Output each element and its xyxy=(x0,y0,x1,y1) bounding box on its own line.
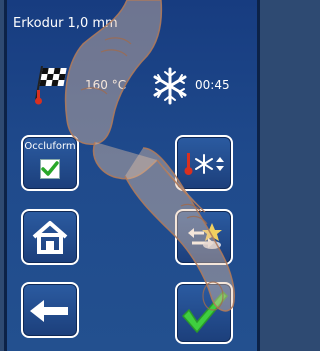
checkmark-icon xyxy=(181,290,229,334)
confirm-button[interactable] xyxy=(175,282,233,344)
occluform-label: Occluform xyxy=(24,141,76,152)
status-row: 160 °C 00:45 xyxy=(7,66,257,106)
swap-material-icon xyxy=(188,223,222,249)
temperature-value: 160 °C xyxy=(85,78,127,92)
cooling-time-value: 00:45 xyxy=(195,78,230,92)
material-title: Erkodur 1,0 mm xyxy=(13,16,118,31)
back-button[interactable] xyxy=(21,282,79,338)
temperature-cooling-adjust-icon xyxy=(184,153,224,175)
home-icon xyxy=(32,221,68,254)
finish-flag-icon xyxy=(29,66,79,110)
arrow-left-icon xyxy=(30,300,68,322)
occluform-toggle-button[interactable]: Occluform xyxy=(21,135,79,191)
device-screen: Erkodur 1,0 mm 160 °C 00:45 Occluform xyxy=(4,0,260,351)
snowflake-icon xyxy=(150,66,190,110)
occluform-checkbox[interactable] xyxy=(40,159,60,179)
swap-material-button[interactable] xyxy=(175,209,233,265)
home-button[interactable] xyxy=(21,209,79,265)
temperature-adjust-button[interactable] xyxy=(175,135,233,191)
